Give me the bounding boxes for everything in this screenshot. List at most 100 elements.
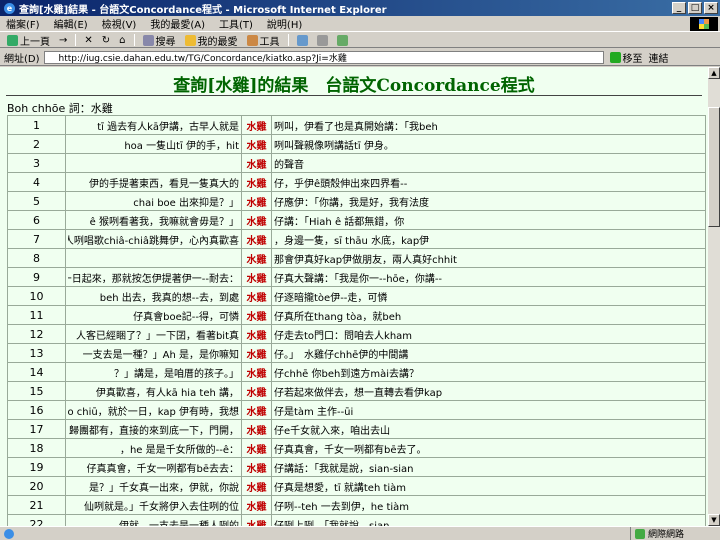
left-context: ko chiū，就於一日，kap 伊有時，我想 xyxy=(65,400,242,420)
home-button[interactable]: ⌂ xyxy=(116,35,128,46)
right-context-text: 咧叫，伊看了也是真開始講：「我beh xyxy=(274,121,438,133)
scroll-thumb[interactable] xyxy=(708,107,720,227)
result-number-text: 20 xyxy=(29,479,44,493)
left-context-text: tī 過去有人kā伊講，古早人就是 xyxy=(97,121,239,133)
result-row: 7 兩人咧唱歌chiâ-chiâ跳舞伊，心內真歡喜 水雞 ，身邊一隻，sī thāu … xyxy=(7,229,706,249)
result-number-text: 12 xyxy=(29,327,44,341)
back-button[interactable]: 上一頁 xyxy=(4,33,53,48)
keyword-cell-text: 水雞 xyxy=(246,425,267,437)
result-number: 9 xyxy=(7,267,66,287)
keyword-cell: 水雞 xyxy=(241,324,272,344)
favorites-button[interactable]: 我的最愛 xyxy=(182,33,241,48)
close-button[interactable]: × xyxy=(704,2,718,14)
keyword-cell: 水雞 xyxy=(241,115,272,135)
keyword-cell: 水雞 xyxy=(241,419,272,439)
keyword-cell-text: 水雞 xyxy=(246,330,267,342)
result-number-text: 6 xyxy=(33,213,40,227)
right-context-text: 仔。」 水雞仔chhē伊的中間講 xyxy=(274,349,409,361)
right-context-text: 仔走去to門口：問咱去人kham xyxy=(274,330,413,342)
tools-button[interactable]: 工具 xyxy=(244,33,283,48)
mail-button[interactable] xyxy=(294,34,311,46)
menu-edit[interactable]: 編輯(E) xyxy=(54,16,88,31)
maximize-button[interactable]: □ xyxy=(688,2,702,14)
right-context: 仔應伊：「你講，我是好，我有法度 xyxy=(271,191,706,211)
result-row: 8 水雞 那會伊真好kap伊做朋友，兩人真好chhit xyxy=(7,248,706,268)
right-context-text: 仔，乎伊ê頭殼伸出來四界看-- xyxy=(274,178,408,190)
go-button[interactable]: 移至 xyxy=(609,50,643,65)
page-content: 查詢[水雞]的結果 台語文Concordance程式 Boh chhōe 詞：水… xyxy=(0,67,708,526)
left-context: ê 猴咧看著我，我嘛就會毋是？」 xyxy=(65,210,242,230)
address-input[interactable] xyxy=(43,51,604,64)
right-context-text: 仔若起來做伴去，想一直轉去看伊kap xyxy=(274,387,443,399)
scroll-down-icon[interactable]: ▼ xyxy=(708,514,720,526)
result-number-text: 3 xyxy=(33,156,40,170)
menu-view[interactable]: 檢視(V) xyxy=(102,16,137,31)
right-context: 咧叫，伊看了也是真開始講：「我beh xyxy=(271,115,706,135)
right-context: 仔。」 水雞仔chhē伊的中間講 xyxy=(271,343,706,363)
links-button[interactable]: 連結 xyxy=(649,50,669,65)
windows-logo-icon xyxy=(690,17,718,31)
right-context-text: 仔真真會，千女一咧都有bē去了。 xyxy=(274,444,427,456)
result-number-text: 22 xyxy=(29,517,44,527)
result-number: 5 xyxy=(7,191,66,211)
left-context-text: beh 出去，我真的想--去，到處 xyxy=(99,292,239,304)
stop-button[interactable]: ✕ xyxy=(81,35,95,46)
menu-file[interactable]: 檔案(F) xyxy=(6,16,40,31)
forward-button[interactable]: → xyxy=(56,35,70,46)
toolbar-separator xyxy=(287,34,289,46)
menu-help[interactable]: 說明(H) xyxy=(267,16,302,31)
right-context: 仔講：「Hiah ê 話都無錯，你 xyxy=(271,210,706,230)
minimize-button[interactable]: _ xyxy=(672,2,686,14)
result-number: 21 xyxy=(7,495,66,515)
left-context: tī 過去有人kā伊講，古早人就是 xyxy=(65,115,242,135)
result-number: 11 xyxy=(7,305,66,325)
keyword-cell-text: 水雞 xyxy=(246,254,267,266)
keyword-cell: 水雞 xyxy=(241,400,272,420)
search-button[interactable]: 搜尋 xyxy=(140,33,179,48)
menu-tools[interactable]: 工具(T) xyxy=(219,16,253,31)
right-context: 仔走去to門口：問咱去人kham xyxy=(271,324,706,344)
keyword-cell-text: 水雞 xyxy=(246,349,267,361)
right-context: 仔逐暗攏tòe伊--走，可憐 xyxy=(271,286,706,306)
keyword-cell-text: 水雞 xyxy=(246,368,267,380)
security-zone: 網際網路 xyxy=(630,527,720,540)
go-label: 移至 xyxy=(622,54,643,65)
star-icon xyxy=(184,34,196,46)
left-context-text: ko chiū，就於一日，kap 伊有時，我想 xyxy=(68,406,239,418)
keyword-cell-text: 水雞 xyxy=(246,235,267,247)
right-context-text: 的聲音 xyxy=(274,159,304,171)
edit-button[interactable] xyxy=(334,34,351,46)
right-context-text: 仔真是想愛，tī 就講teh tiàm xyxy=(274,482,407,494)
result-row: 10 beh 出去，我真的想--去，到處 水雞 仔逐暗攏tòe伊--走，可憐 xyxy=(7,286,706,306)
right-context-text: 仔講：「Hiah ê 話都無錯，你 xyxy=(274,216,405,228)
left-context-text: ？」講是，是咱厝的孩子。」 xyxy=(114,368,239,380)
keyword-cell-text: 水雞 xyxy=(246,273,267,285)
right-context: 仔真大聲講：「我是你一--hōe，你講-- xyxy=(271,267,706,287)
keyword-cell: 水雞 xyxy=(241,438,272,458)
result-number-text: 14 xyxy=(29,365,44,379)
right-context-text: 仔咧--teh 一去到伊，he tiàm xyxy=(274,501,410,513)
keyword-cell: 水雞 xyxy=(241,191,272,211)
keyword-cell-text: 水雞 xyxy=(246,178,267,190)
left-context-text: 人客已經睏了？」一下囝，看著bit真 xyxy=(75,330,239,342)
right-context: 那會伊真好kap伊做朋友，兩人真好chhit xyxy=(271,248,706,268)
favorites-label: 我的最愛 xyxy=(197,36,238,48)
menu-favorites[interactable]: 我的最愛(A) xyxy=(150,16,205,31)
right-context-text: 仔chhē 你beh到遠方mài去講？ xyxy=(274,368,419,380)
address-bar: 網址(D) 移至 連結 xyxy=(0,50,720,66)
keyword-cell: 水雞 xyxy=(241,172,272,192)
vertical-scrollbar[interactable]: ▲ ▼ xyxy=(708,67,720,526)
keyword-cell: 水雞 xyxy=(241,381,272,401)
result-row: 5 chai boe 出來抑是？」 水雞 仔應伊：「你講，我是好，我有法度 xyxy=(7,191,706,211)
result-row: 21 仙咧就是。」千女將伊入去住咧的位 水雞 仔咧--teh 一去到伊，he tiàm xyxy=(7,495,706,515)
status-bar: 網際網路 xyxy=(0,526,720,540)
back-label: 上一頁 xyxy=(20,36,50,48)
left-context-text: 說，歸團都有，直接的來到底一下，門開， xyxy=(68,425,239,437)
right-context: 仔若起來做伴去，想一直轉去看伊kap xyxy=(271,381,706,401)
result-number-text: 13 xyxy=(29,346,44,360)
print-button[interactable] xyxy=(314,34,331,46)
scroll-up-icon[interactable]: ▲ xyxy=(708,67,720,79)
right-context: 仔真真會，千女一咧都有bē去了。 xyxy=(271,438,706,458)
refresh-button[interactable]: ↻ xyxy=(99,35,113,46)
result-row: 19 仔真真會，千女一咧都有bē去去： 水雞 仔講話：「我就是說，sian-sian xyxy=(7,457,706,477)
